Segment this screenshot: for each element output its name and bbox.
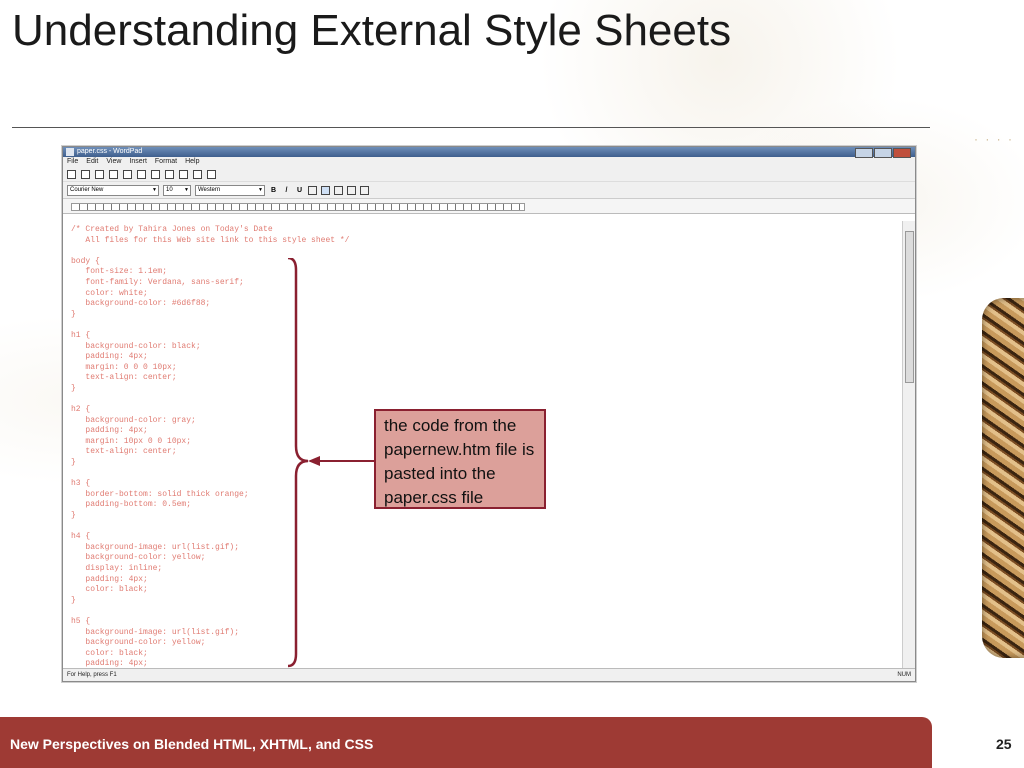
page-number: 25 (996, 736, 1012, 752)
find-icon[interactable] (137, 169, 146, 179)
slide-title: Understanding External Style Sheets (12, 6, 732, 55)
script-select[interactable]: Western (195, 184, 265, 196)
window-controls (855, 148, 911, 158)
status-bar: For Help, press F1 NUM (63, 668, 915, 681)
menu-help[interactable]: Help (185, 157, 199, 167)
menu-bar: File Edit View Insert Format Help (63, 157, 915, 167)
curly-brace-arrow (287, 258, 374, 668)
align-right-icon[interactable] (347, 185, 356, 195)
bullets-icon[interactable] (360, 185, 369, 195)
menu-view[interactable]: View (106, 157, 121, 167)
bold-button[interactable]: B (269, 187, 278, 194)
wordpad-app-icon (66, 148, 74, 156)
curly-brace (287, 258, 309, 668)
arrow-head (308, 456, 320, 466)
window-title: paper.css - WordPad (77, 148, 143, 155)
print-preview-icon[interactable] (123, 169, 132, 179)
maximize-button[interactable] (874, 148, 892, 158)
standard-toolbar (63, 167, 915, 182)
copy-icon[interactable] (165, 169, 174, 179)
font-name-select[interactable]: Courier New (67, 184, 159, 196)
ruler-scale (71, 203, 525, 211)
status-num-indicator: NUM (897, 672, 911, 678)
footer-text: New Perspectives on Blended HTML, XHTML,… (10, 736, 374, 752)
menu-file[interactable]: File (67, 157, 78, 167)
menu-edit[interactable]: Edit (86, 157, 98, 167)
menu-format[interactable]: Format (155, 157, 177, 167)
cut-icon[interactable] (151, 169, 160, 179)
format-toolbar: Courier New 10 Western B / U (63, 182, 915, 199)
scrollbar-thumb[interactable] (905, 231, 914, 383)
wood-texture-decoration (982, 298, 1024, 658)
close-button[interactable] (893, 148, 911, 158)
align-center-icon[interactable] (334, 185, 343, 195)
decorative-dots: · · · · (974, 132, 1014, 146)
menu-insert[interactable]: Insert (129, 157, 147, 167)
underline-button[interactable]: U (295, 187, 304, 194)
print-icon[interactable] (109, 169, 118, 179)
vertical-scrollbar[interactable] (902, 221, 915, 669)
align-left-icon[interactable] (321, 185, 330, 195)
new-icon[interactable] (67, 169, 76, 179)
font-size-select[interactable]: 10 (163, 184, 191, 196)
italic-button[interactable]: / (282, 187, 291, 194)
minimize-button[interactable] (855, 148, 873, 158)
date-time-icon[interactable] (207, 169, 216, 179)
title-divider (12, 127, 930, 128)
undo-icon[interactable] (193, 169, 202, 179)
save-icon[interactable] (95, 169, 104, 179)
paste-icon[interactable] (179, 169, 188, 179)
callout-box: the code from the papernew.htm file is p… (374, 409, 546, 509)
open-icon[interactable] (81, 169, 90, 179)
color-icon[interactable] (308, 185, 317, 195)
ruler[interactable] (63, 199, 915, 214)
window-titlebar[interactable]: paper.css - WordPad (63, 147, 915, 158)
status-help-text: For Help, press F1 (67, 672, 117, 678)
